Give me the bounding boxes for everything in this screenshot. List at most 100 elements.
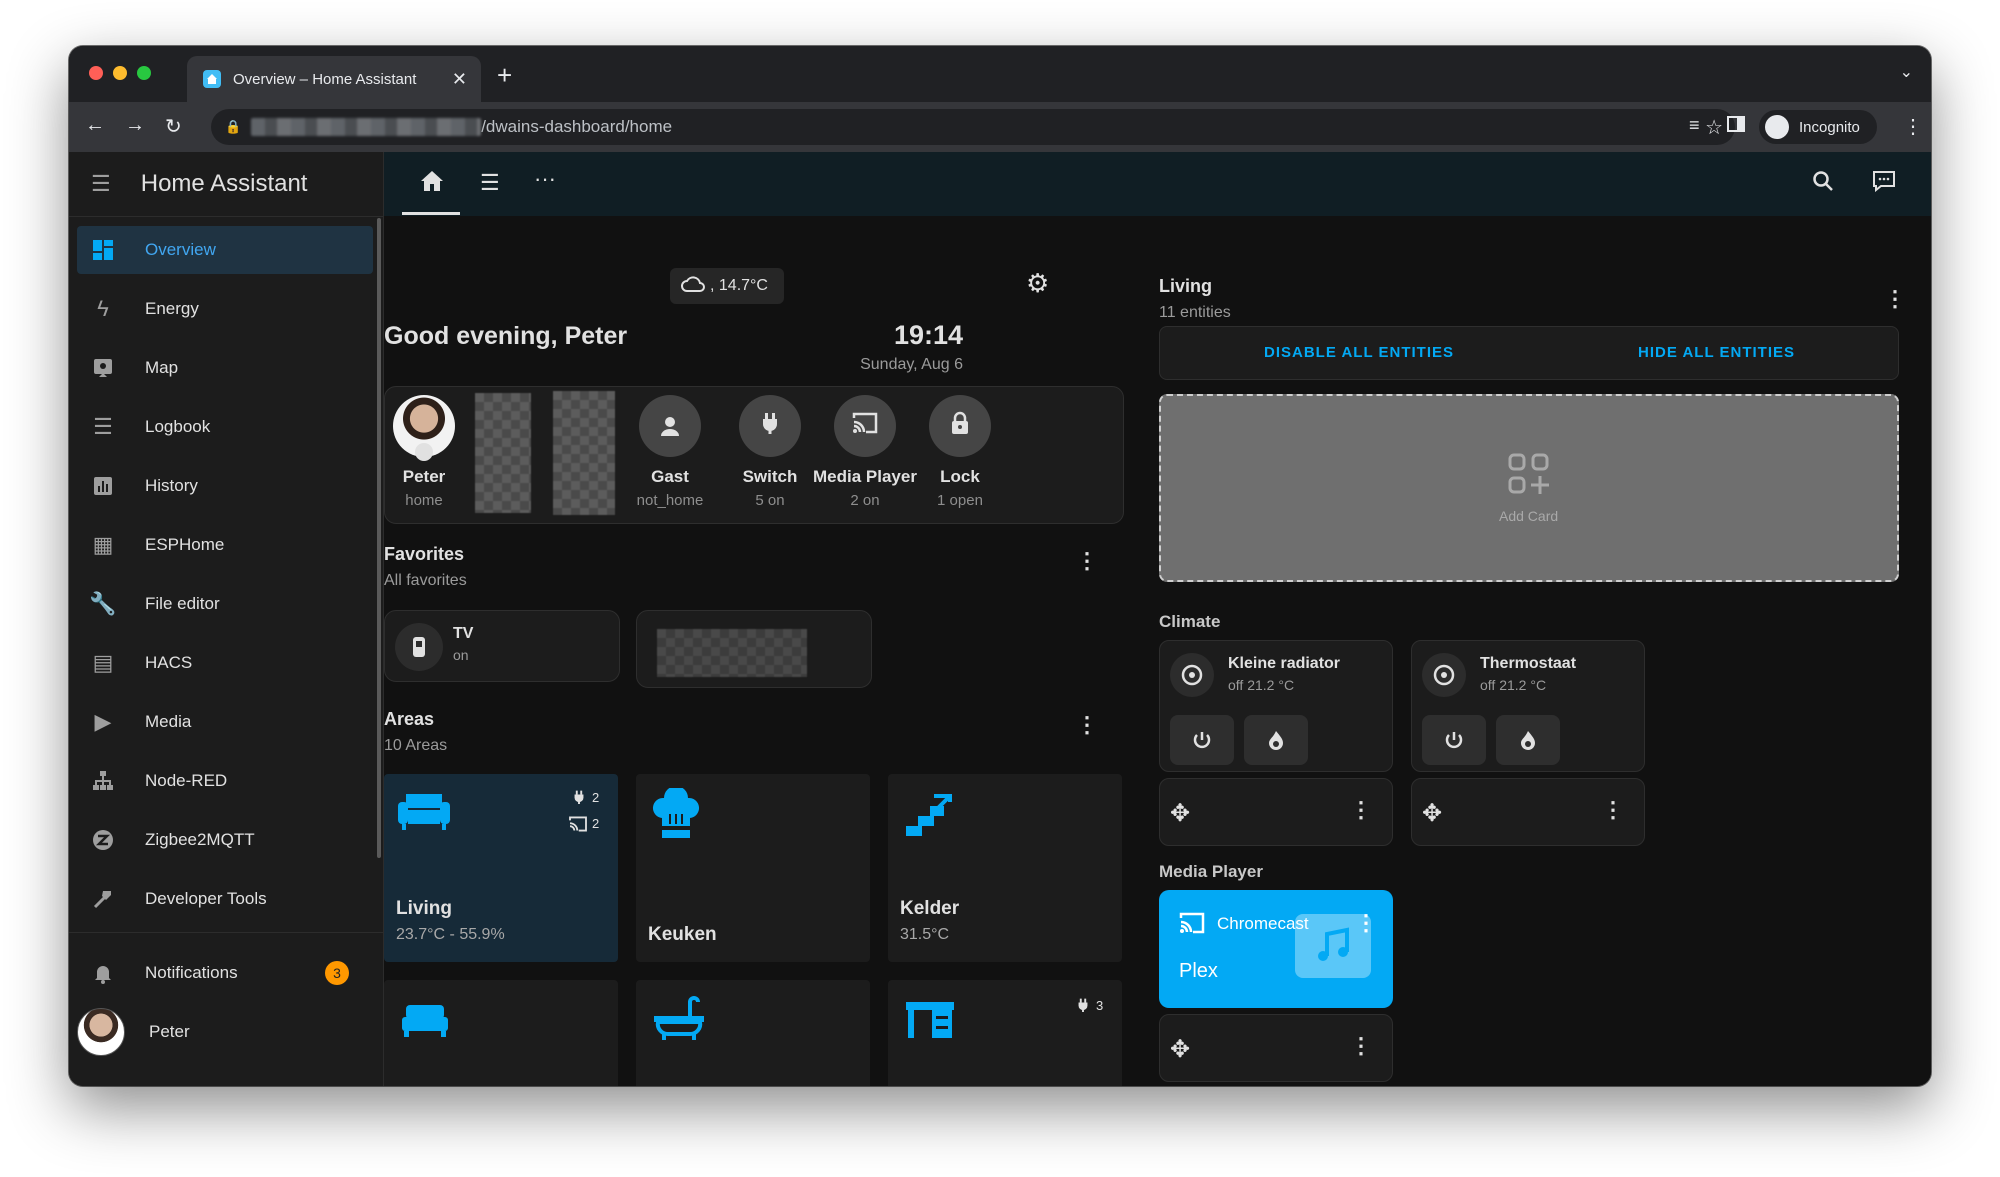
url-field[interactable]: 🔒 /dwains-dashboard/home ☆ <box>211 109 1735 145</box>
sidebar-item-media[interactable]: ▶ Media <box>77 698 373 746</box>
sidebar-item-history[interactable]: History <box>77 462 373 510</box>
move-handle-icon[interactable]: ✥ <box>1422 799 1442 828</box>
reload-icon[interactable]: ↻ <box>165 114 182 139</box>
sidebar-item-label: History <box>145 476 198 495</box>
climate-card-thermostaat[interactable]: Thermostaat off 21.2 °C <box>1411 640 1645 772</box>
person-avatar-badge <box>415 443 433 461</box>
close-window-button[interactable] <box>89 66 103 80</box>
climate-title: Climate <box>1159 612 1221 631</box>
back-arrow-icon[interactable]: ← <box>85 114 105 137</box>
add-card-placeholder[interactable]: Add Card <box>1159 394 1899 582</box>
cloud-icon <box>680 275 706 298</box>
disable-all-entities-button[interactable]: DISABLE ALL ENTITIES <box>1264 344 1454 361</box>
climate-name: Thermostaat <box>1480 655 1577 672</box>
menu-collapse-icon[interactable]: ☰ <box>91 171 111 197</box>
power-button[interactable] <box>1170 715 1234 765</box>
area-office[interactable]: 3 <box>888 980 1122 1086</box>
sidebar-item-node-red[interactable]: Node-RED <box>77 757 373 805</box>
area-plug-count: 2 <box>592 790 600 805</box>
media-card-footer-menu-icon[interactable]: ⋮ <box>1350 1035 1372 1057</box>
incognito-indicator[interactable]: Incognito <box>1759 110 1877 144</box>
climate-card-menu-icon[interactable]: ⋮ <box>1350 799 1372 821</box>
area-living[interactable]: 2 2 Living 23.7°C - 55.9% <box>384 774 618 962</box>
sitemap-icon <box>89 767 117 795</box>
bookmark-star-icon[interactable]: ☆ <box>1705 115 1723 140</box>
redacted-person <box>475 393 531 513</box>
area-bathroom[interactable] <box>636 980 870 1086</box>
sidebar-item-label: Energy <box>145 299 199 318</box>
climate-state: off 21.2 °C <box>1480 677 1547 693</box>
forward-arrow-icon[interactable]: → <box>125 114 145 137</box>
sidebar-item-label: HACS <box>145 653 193 672</box>
browser-menu-icon[interactable]: ⋮ <box>1903 114 1923 139</box>
sidebar-item-user[interactable]: Peter <box>77 1008 373 1056</box>
dashboard-icon <box>89 236 117 264</box>
favorite-redacted-card[interactable] <box>636 610 872 688</box>
sidebar-item-zigbee2mqtt[interactable]: Zigbee2MQTT <box>77 816 373 864</box>
switch-summary-button[interactable] <box>739 395 801 457</box>
more-tabs-icon[interactable]: ··· <box>534 166 556 192</box>
living-menu-icon[interactable]: ⋮ <box>1884 288 1906 310</box>
sidebar-item-logbook[interactable]: ☰ Logbook <box>77 403 373 451</box>
heat-mode-button[interactable] <box>1496 715 1560 765</box>
climate-card-kleine-radiator[interactable]: Kleine radiator off 21.2 °C <box>1159 640 1393 772</box>
notification-count-badge: 3 <box>325 961 349 985</box>
desk-icon <box>904 1000 956 1051</box>
guest-name: Gast <box>651 467 689 486</box>
cast-icon <box>568 816 588 837</box>
area-value: 31.5°C <box>900 926 950 943</box>
sidebar-item-hacs[interactable]: ▤ HACS <box>77 639 373 687</box>
new-tab-icon[interactable]: + <box>497 60 512 91</box>
sidebar-item-developer-tools[interactable]: Developer Tools <box>77 875 373 923</box>
media-player-summary-label: Media Player <box>813 467 917 486</box>
sidebar-item-esphome[interactable]: ▦ ESPHome <box>77 521 373 569</box>
sidebar-item-label: ESPHome <box>145 535 225 554</box>
heat-mode-button[interactable] <box>1244 715 1308 765</box>
sidebar-item-notifications[interactable]: Notifications 3 <box>77 949 373 997</box>
area-kelder[interactable]: Kelder 31.5°C <box>888 774 1122 962</box>
move-handle-icon[interactable]: ✥ <box>1170 1035 1190 1064</box>
climate-card-menu-icon[interactable]: ⋮ <box>1602 799 1624 821</box>
browser-tab[interactable]: Overview – Home Assistant ✕ <box>187 56 481 102</box>
media-card-menu-icon[interactable]: ⋮ <box>1355 912 1377 934</box>
sidebar-item-energy[interactable]: ϟ Energy <box>77 285 373 333</box>
power-button[interactable] <box>1422 715 1486 765</box>
assist-chat-icon[interactable] <box>1872 170 1896 198</box>
active-tab-indicator <box>402 212 460 215</box>
hacs-icon: ▤ <box>92 650 114 675</box>
move-handle-icon[interactable]: ✥ <box>1170 799 1190 828</box>
settings-gear-icon[interactable]: ⚙ <box>1026 268 1049 299</box>
home-tab-icon[interactable] <box>420 170 444 198</box>
search-icon[interactable] <box>1812 170 1834 198</box>
living-subtitle: 11 entities <box>1159 304 1231 321</box>
area-bedroom[interactable] <box>384 980 618 1086</box>
weather-chip[interactable]: , 14.7°C <box>670 268 784 304</box>
sidebar-scrollbar[interactable] <box>377 218 381 858</box>
maximize-window-button[interactable] <box>137 66 151 80</box>
favorite-tv-card[interactable]: TV on <box>384 610 620 682</box>
top-toolbar: ☰ ··· ⋮ <box>384 152 1931 216</box>
sidebar-item-file-editor[interactable]: 🔧 File editor <box>77 580 373 628</box>
media-player-summary-button[interactable] <box>834 395 896 457</box>
sidebar-item-label: Node-RED <box>145 771 228 790</box>
hide-all-entities-button[interactable]: HIDE ALL ENTITIES <box>1638 344 1795 361</box>
reading-list-icon[interactable]: ≡ <box>1689 115 1700 136</box>
living-title: Living <box>1159 276 1212 296</box>
minimize-window-button[interactable] <box>113 66 127 80</box>
guest-avatar[interactable] <box>639 395 701 457</box>
list-tab-icon[interactable]: ☰ <box>480 170 500 196</box>
favorites-menu-icon[interactable]: ⋮ <box>1076 550 1098 572</box>
incognito-label: Incognito <box>1799 118 1860 136</box>
media-player-card[interactable]: Chromecast ⋮ Plex <box>1159 890 1393 1008</box>
areas-menu-icon[interactable]: ⋮ <box>1076 714 1098 736</box>
favorite-state: on <box>453 647 469 663</box>
sidebar-item-overview[interactable]: Overview <box>77 226 373 274</box>
plug-icon <box>572 788 586 811</box>
lock-summary-button[interactable] <box>929 395 991 457</box>
person-state: home <box>405 492 443 509</box>
close-tab-icon[interactable]: ✕ <box>452 69 467 90</box>
area-keuken[interactable]: Keuken <box>636 774 870 962</box>
tab-search-chevron-icon[interactable]: ⌄ <box>1900 62 1913 82</box>
sidebar-item-map[interactable]: Map <box>77 344 373 392</box>
side-panel-icon[interactable] <box>1727 115 1745 139</box>
